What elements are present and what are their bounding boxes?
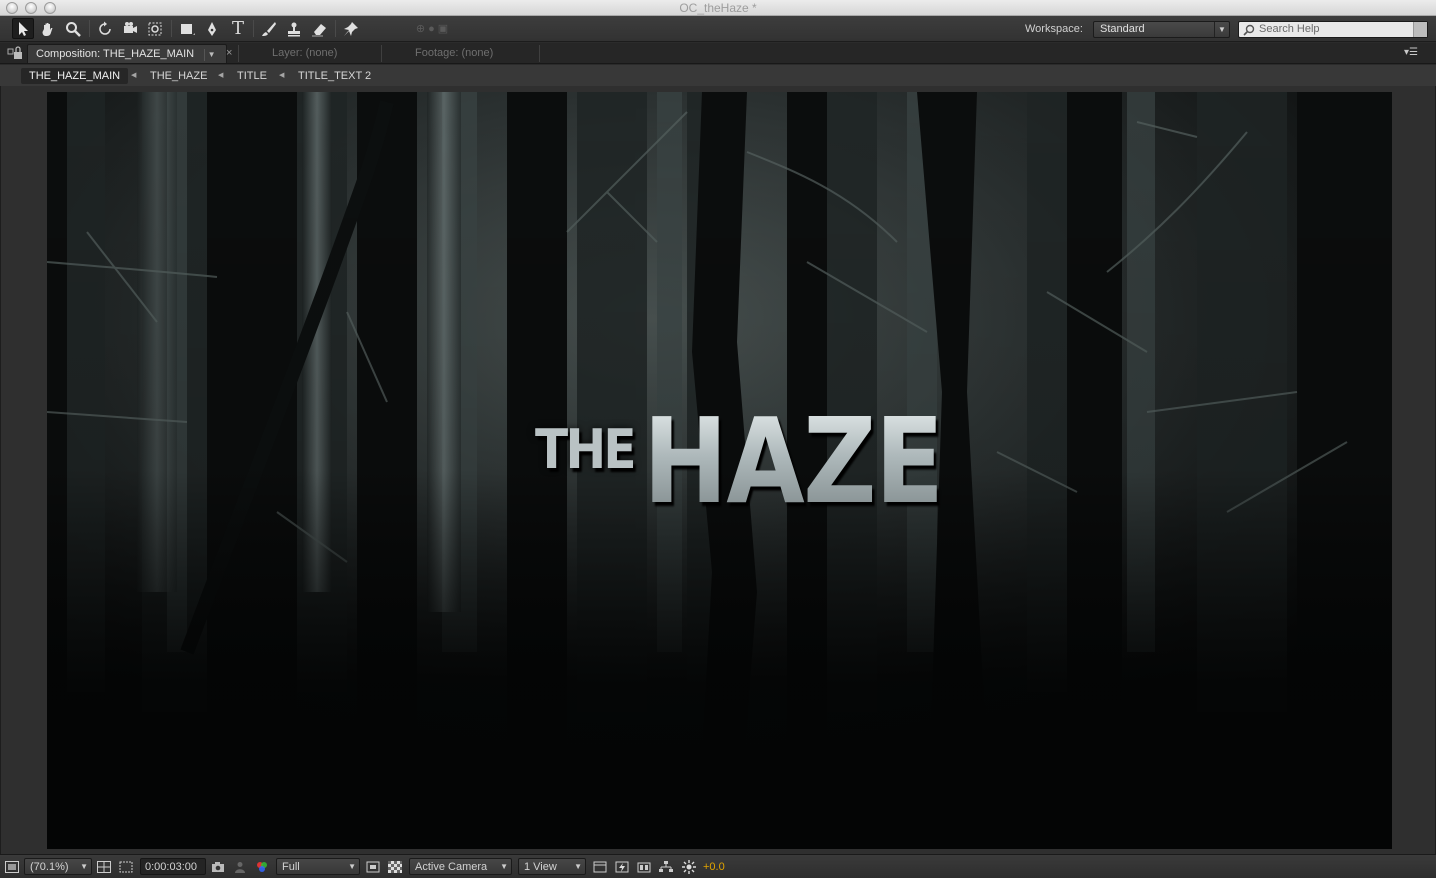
- toolbar-divider: [89, 20, 90, 37]
- tab-layer[interactable]: Layer: (none): [264, 44, 345, 63]
- composition-title-text[interactable]: THE HAZE: [535, 402, 944, 528]
- pan-behind-tool-icon[interactable]: [144, 18, 166, 39]
- axis-mode-icons: ⊕ ● ▣: [415, 23, 449, 35]
- brush-tool-icon[interactable]: [258, 18, 280, 39]
- chevron-down-icon: ▼: [80, 862, 88, 871]
- toolbar-divider: [335, 20, 336, 37]
- tab-footage[interactable]: Footage: (none): [407, 44, 501, 63]
- tab-divider: [539, 45, 540, 62]
- breadcrumb-the-haze[interactable]: THE_HAZE: [142, 68, 215, 84]
- transparency-grid-icon[interactable]: [387, 858, 403, 875]
- eraser-tool-icon[interactable]: [308, 18, 330, 39]
- breadcrumb-title-text-2[interactable]: TITLE_TEXT 2: [290, 68, 379, 84]
- rotation-tool-icon[interactable]: [94, 18, 116, 39]
- current-time-field[interactable]: 0:00:03:00: [140, 858, 206, 875]
- tab-composition[interactable]: Composition: THE_HAZE_MAIN ▼: [27, 44, 228, 63]
- search-field-endcap: [1413, 22, 1427, 37]
- breadcrumb-arrow-icon: ◀: [218, 72, 224, 79]
- clone-stamp-tool-icon[interactable]: [283, 18, 305, 39]
- workspace-label: Workspace:: [1025, 23, 1083, 35]
- chevron-down-icon: ▼: [348, 862, 356, 871]
- snapshot-camera-icon[interactable]: [210, 858, 226, 875]
- rectangle-tool-icon[interactable]: [176, 18, 198, 39]
- breadcrumb-arrow-icon: ◀: [279, 72, 285, 79]
- workspace-dropdown[interactable]: Standard ▼: [1093, 21, 1230, 38]
- composition-frame[interactable]: THE HAZE: [47, 92, 1392, 849]
- timeline-icon[interactable]: [636, 858, 652, 875]
- hand-tool-icon[interactable]: [37, 18, 59, 39]
- toolbar-divider: [171, 20, 172, 37]
- toggle-pixel-aspect-icon[interactable]: [592, 858, 608, 875]
- close-tab-icon[interactable]: ×: [226, 47, 232, 59]
- composition-viewer[interactable]: THE HAZE: [0, 86, 1436, 854]
- view-layout-value: 1 View: [524, 860, 557, 873]
- chevron-down-icon: ▼: [500, 862, 508, 871]
- reset-exposure-icon[interactable]: [681, 858, 697, 875]
- title-action-safe-icon[interactable]: [96, 858, 112, 875]
- title-word-the: THE: [535, 418, 637, 481]
- composition-navigator: THE_HAZE_MAIN ◀ THE_HAZE ◀ TITLE ◀ TITLE…: [0, 65, 1436, 86]
- tools-toolbar: T ⊕ ● ▣ Workspace: Standard ▼ Search Hel…: [0, 16, 1436, 42]
- pen-tool-icon[interactable]: [201, 18, 223, 39]
- selection-tool-icon[interactable]: [12, 18, 34, 39]
- mask-visibility-icon[interactable]: [118, 858, 134, 875]
- magnification-dropdown[interactable]: (70.1%) ▼: [24, 858, 92, 875]
- search-placeholder: Search Help: [1259, 23, 1320, 35]
- breadcrumb-title[interactable]: TITLE: [229, 68, 275, 84]
- always-preview-icon[interactable]: [4, 858, 20, 875]
- orbit-camera-tool-icon[interactable]: [119, 18, 141, 39]
- exposure-value[interactable]: +0.0: [703, 858, 725, 875]
- color-channels-icon[interactable]: [254, 858, 270, 875]
- toolbar-divider: [253, 20, 254, 37]
- tab-divider: [238, 45, 239, 62]
- viewer-panel-tabs: Composition: THE_HAZE_MAIN ▼ × Layer: (no…: [0, 43, 1436, 64]
- window-titlebar: OC_theHaze *: [0, 0, 1436, 16]
- viewer-controls-bar: (70.1%) ▼ 0:00:03:00 Full ▼ Active Camera ▼…: [0, 854, 1436, 878]
- camera-view-dropdown[interactable]: Active Camera ▼: [409, 858, 512, 875]
- camera-view-value: Active Camera: [415, 860, 488, 873]
- tab-divider: [381, 45, 382, 62]
- chevron-down-icon[interactable]: ▼: [204, 49, 218, 61]
- workspace-value: Standard: [1100, 23, 1145, 35]
- chevron-down-icon: ▼: [574, 862, 582, 871]
- zoom-tool-icon[interactable]: [62, 18, 84, 39]
- panel-menu-icon[interactable]: ▾☰: [1404, 47, 1418, 58]
- puppet-pin-tool-icon[interactable]: [340, 18, 362, 39]
- breadcrumb-arrow-icon: ◀: [131, 72, 137, 79]
- title-word-haze: HAZE: [643, 392, 944, 530]
- type-tool-icon[interactable]: T: [227, 18, 249, 39]
- region-of-interest-icon[interactable]: [365, 858, 381, 875]
- chevron-down-icon: ▼: [1214, 22, 1229, 37]
- fast-previews-icon[interactable]: [614, 858, 630, 875]
- search-icon: [1243, 24, 1255, 36]
- magnification-value: (70.1%): [30, 860, 69, 873]
- search-help-field[interactable]: Search Help: [1238, 21, 1428, 38]
- flowchart-icon[interactable]: [658, 858, 674, 875]
- show-snapshot-icon[interactable]: [232, 858, 248, 875]
- view-layout-dropdown[interactable]: 1 View ▼: [518, 858, 586, 875]
- window-title: OC_theHaze *: [679, 1, 757, 15]
- tab-composition-label: Composition: THE_HAZE_MAIN: [36, 48, 195, 60]
- resolution-value: Full: [282, 860, 300, 873]
- lock-icon[interactable]: [6, 46, 26, 61]
- breadcrumb-the-haze-main[interactable]: THE_HAZE_MAIN: [21, 68, 129, 84]
- resolution-dropdown[interactable]: Full ▼: [276, 858, 360, 875]
